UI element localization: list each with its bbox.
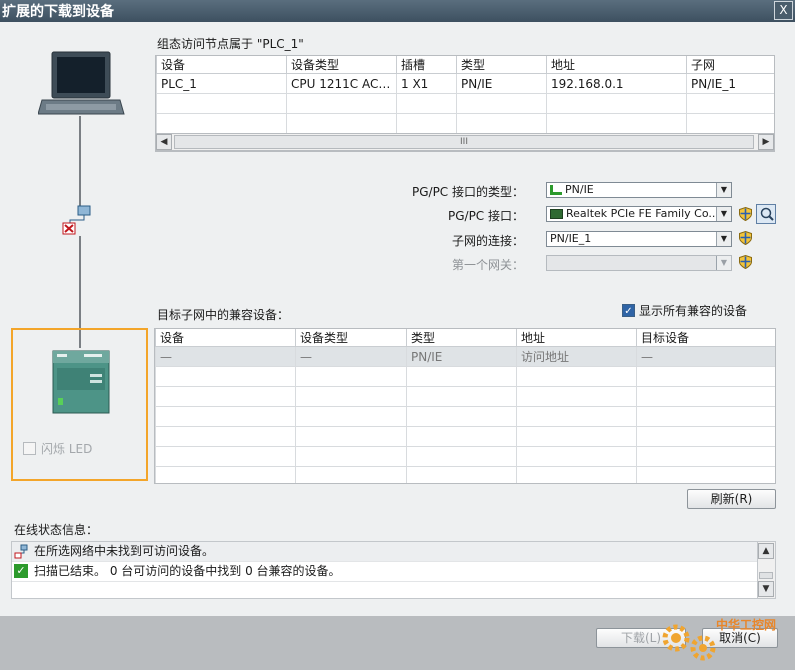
- access-node-hscrollbar[interactable]: ◀ III ▶: [155, 133, 775, 151]
- window-title: 扩展的下载到设备: [2, 4, 114, 20]
- access-node-header-row: 设备 设备类型 插槽 类型 地址 子网: [156, 56, 774, 74]
- col-slot[interactable]: 插槽: [396, 56, 457, 74]
- cell-subnet: PN/IE_1: [686, 73, 774, 94]
- flash-led-option[interactable]: 闪烁 LED: [23, 440, 92, 457]
- subnet-connection-value: PN/IE_1: [550, 232, 592, 245]
- pgpc-type-value: PN/IE: [565, 183, 594, 196]
- flash-led-checkbox[interactable]: [23, 442, 36, 455]
- show-all-label: 显示所有兼容的设备: [639, 304, 748, 318]
- chevron-down-icon[interactable]: ▼: [716, 256, 731, 270]
- cell-address: 访问地址: [516, 346, 637, 367]
- cell-device: —: [155, 346, 296, 367]
- properties-button[interactable]: [756, 204, 776, 224]
- show-all-checkbox[interactable]: ✓: [622, 304, 635, 317]
- network-card-icon: [550, 209, 563, 219]
- subnet-connection-select[interactable]: PN/IE_1 ▼: [546, 231, 732, 247]
- compatible-heading: 目标子网中的兼容设备：: [157, 308, 290, 322]
- status-row[interactable]: ✓ 扫描已结束。 0 台可访问的设备中找到 0 台兼容的设备。: [12, 562, 775, 582]
- status-message: 扫描已结束。 0 台可访问的设备中找到 0 台兼容的设备。: [34, 564, 341, 578]
- status-list: 在所选网络中未找到可访问设备。 ✓ 扫描已结束。 0 台可访问的设备中找到 0 …: [11, 541, 776, 599]
- chevron-down-icon[interactable]: ▼: [716, 207, 731, 221]
- cell-address: 192.168.0.1: [546, 73, 687, 94]
- table-row: [155, 426, 775, 447]
- pgpc-interface-value: Realtek PCIe FE Family Co...: [566, 207, 719, 220]
- scroll-right-icon[interactable]: ▶: [758, 134, 774, 150]
- col-device[interactable]: 设备: [156, 56, 287, 74]
- scroll-left-icon[interactable]: ◀: [156, 134, 172, 150]
- table-row: [155, 406, 775, 427]
- table-row[interactable]: PLC_1 CPU 1211C AC/D... 1 X1 PN/IE 192.1…: [156, 73, 774, 94]
- col-device-type[interactable]: 设备类型: [286, 56, 397, 74]
- plc-device-icon[interactable]: [52, 350, 110, 414]
- table-row: [156, 93, 774, 114]
- close-button[interactable]: X: [774, 1, 793, 20]
- compatible-table-frame: 设备 设备类型 类型 地址 目标设备 — — PN/IE 访问地址 —: [154, 328, 776, 484]
- cell-device: PLC_1: [156, 73, 287, 94]
- compatible-table: 设备 设备类型 类型 地址 目标设备 — — PN/IE 访问地址 —: [155, 329, 775, 483]
- network-line-top: [79, 116, 81, 208]
- cell-device-type: CPU 1211C AC/D...: [286, 73, 397, 94]
- pgpc-interface-label: PG/PC 接口：: [447, 209, 524, 223]
- magnifier-icon: [760, 207, 774, 221]
- table-row: [156, 113, 774, 134]
- cell-type: PN/IE: [406, 346, 517, 367]
- flash-led-label: 闪烁 LED: [41, 442, 93, 456]
- cell-type: PN/IE: [456, 73, 547, 94]
- shield-icon[interactable]: [739, 231, 752, 245]
- scroll-down-icon[interactable]: ▼: [758, 581, 774, 597]
- status-message: 在所选网络中未找到可访问设备。: [34, 544, 215, 558]
- status-row[interactable]: 在所选网络中未找到可访问设备。: [12, 542, 775, 562]
- table-row: [155, 466, 775, 483]
- status-heading: 在线状态信息：: [14, 523, 99, 537]
- check-icon: ✓: [14, 564, 28, 578]
- pgpc-interface-select[interactable]: Realtek PCIe FE Family Co... ▼: [546, 206, 732, 222]
- watermark-text: 中华工控网: [716, 618, 777, 632]
- watermark-gear-icon: [662, 624, 716, 661]
- col-type[interactable]: 类型: [456, 56, 547, 74]
- scroll-thumb[interactable]: [759, 572, 773, 579]
- cell-device-type: —: [295, 346, 407, 367]
- col-address[interactable]: 地址: [516, 329, 637, 347]
- first-gateway-label: 第一个网关：: [451, 258, 524, 272]
- scroll-thumb[interactable]: III: [174, 135, 754, 149]
- col-device-type[interactable]: 设备类型: [295, 329, 407, 347]
- first-gateway-select[interactable]: ▼: [546, 255, 732, 271]
- title-bar: 扩展的下载到设备 X: [0, 0, 795, 22]
- refresh-button[interactable]: 刷新(R): [687, 489, 776, 509]
- table-row: [155, 446, 775, 467]
- table-row: [155, 386, 775, 407]
- network-error-icon: [14, 544, 28, 559]
- table-row: [155, 366, 775, 387]
- pgpc-type-select[interactable]: PN/IE ▼: [546, 182, 732, 198]
- show-all-option[interactable]: ✓ 显示所有兼容的设备: [622, 302, 747, 319]
- subnet-connection-label: 子网的连接：: [451, 234, 524, 248]
- chevron-down-icon[interactable]: ▼: [716, 232, 731, 246]
- cell-slot: 1 X1: [396, 73, 457, 94]
- status-vscrollbar[interactable]: ▲ ▼: [757, 542, 775, 598]
- col-target-device[interactable]: 目标设备: [636, 329, 775, 347]
- col-subnet[interactable]: 子网: [686, 56, 774, 74]
- col-device[interactable]: 设备: [155, 329, 296, 347]
- col-type[interactable]: 类型: [406, 329, 517, 347]
- access-node-table: 设备 设备类型 插槽 类型 地址 子网 PLC_1 CPU 1211C AC/D…: [156, 56, 774, 134]
- cell-target-device: —: [636, 346, 775, 367]
- shield-icon[interactable]: [739, 207, 752, 221]
- network-error-icon-topology: [62, 205, 91, 235]
- pg-pc-icon: [38, 51, 125, 115]
- chevron-down-icon[interactable]: ▼: [716, 183, 731, 197]
- col-address[interactable]: 地址: [546, 56, 687, 74]
- access-node-heading: 组态访问节点属于 "PLC_1": [157, 37, 304, 51]
- pgpc-type-label: PG/PC 接口的类型：: [411, 185, 524, 199]
- shield-icon[interactable]: [739, 255, 752, 269]
- compatible-header-row: 设备 设备类型 类型 地址 目标设备: [155, 329, 775, 347]
- scroll-up-icon[interactable]: ▲: [758, 543, 774, 559]
- table-row[interactable]: — — PN/IE 访问地址 —: [155, 346, 775, 367]
- ethernet-icon: [550, 185, 562, 195]
